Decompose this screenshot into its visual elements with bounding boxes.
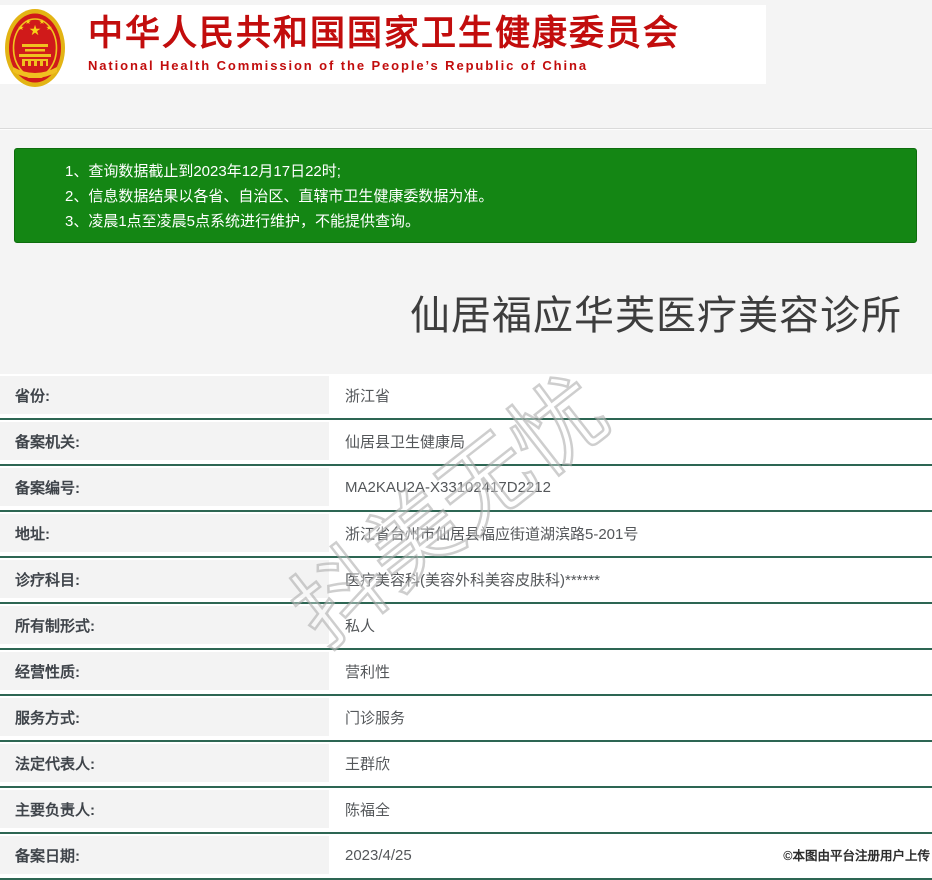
notice-line-2: 2、信息数据结果以各省、自治区、直辖市卫生健康委数据为准。 (65, 184, 906, 209)
header-title-zh: 中华人民共和国国家卫生健康委员会 (88, 16, 680, 52)
field-value: 医疗美容科(美容外科美容皮肤科)****** (331, 560, 932, 598)
svg-text:★: ★ (46, 24, 52, 32)
field-value: 陈福全 (331, 790, 932, 828)
field-label: 省份: (0, 376, 329, 414)
table-row: 备案编号: MA2KAU2A-X33102417D2212 (0, 466, 932, 512)
field-value: 门诊服务 (331, 698, 932, 736)
svg-text:★: ★ (25, 18, 31, 26)
table-row: 所有制形式: 私人 (0, 604, 932, 650)
table-row: 服务方式: 门诊服务 (0, 696, 932, 742)
notice-banner: 1、查询数据截止到2023年12月17日22时; 2、信息数据结果以各省、自治区… (14, 148, 917, 243)
field-label: 经营性质: (0, 652, 329, 690)
field-value: 仙居县卫生健康局 (331, 422, 932, 460)
table-row: 省份: 浙江省 (0, 374, 932, 420)
field-label: 备案日期: (0, 836, 329, 874)
field-value: MA2KAU2A-X33102417D2212 (331, 468, 932, 506)
field-value: 王群欣 (331, 744, 932, 782)
field-value: 浙江省 (331, 376, 932, 414)
clinic-name-title: 仙居福应华芙医疗美容诊所 (0, 283, 932, 341)
field-label: 服务方式: (0, 698, 329, 736)
field-value: 私人 (331, 606, 932, 644)
svg-text:★: ★ (18, 24, 24, 32)
svg-text:★: ★ (39, 18, 45, 26)
field-label: 所有制形式: (0, 606, 329, 644)
field-label: 诊疗科目: (0, 560, 329, 598)
table-row: 备案机关: 仙居县卫生健康局 (0, 420, 932, 466)
field-value: 浙江省台州市仙居县福应街道湖滨路5-201号 (331, 514, 932, 552)
notice-line-3: 3、凌晨1点至凌晨5点系统进行维护，不能提供查询。 (65, 209, 906, 234)
upload-attribution-badge: ©本图由平台注册用户上传 (783, 845, 930, 864)
site-header: ★ ★ ★ ★ ★ 中华人民共和国国家卫生健康委员会 National Heal… (0, 5, 766, 84)
record-table: 省份: 浙江省 备案机关: 仙居县卫生健康局 备案编号: MA2KAU2A-X3… (0, 374, 932, 880)
field-label: 主要负责人: (0, 790, 329, 828)
table-row: 法定代表人: 王群欣 (0, 742, 932, 788)
table-row: 地址: 浙江省台州市仙居县福应街道湖滨路5-201号 (0, 512, 932, 558)
table-row: 主要负责人: 陈福全 (0, 788, 932, 834)
header-divider-highlight (0, 129, 932, 130)
national-emblem-icon: ★ ★ ★ ★ ★ (4, 7, 66, 89)
field-value: 营利性 (331, 652, 932, 690)
table-row: 经营性质: 营利性 (0, 650, 932, 696)
field-label: 备案编号: (0, 468, 329, 506)
table-row: 诊疗科目: 医疗美容科(美容外科美容皮肤科)****** (0, 558, 932, 604)
field-label: 地址: (0, 514, 329, 552)
header-title-en: National Health Commission of the People… (88, 58, 680, 73)
field-label: 法定代表人: (0, 744, 329, 782)
notice-line-1: 1、查询数据截止到2023年12月17日22时; (65, 159, 906, 184)
field-label: 备案机关: (0, 422, 329, 460)
